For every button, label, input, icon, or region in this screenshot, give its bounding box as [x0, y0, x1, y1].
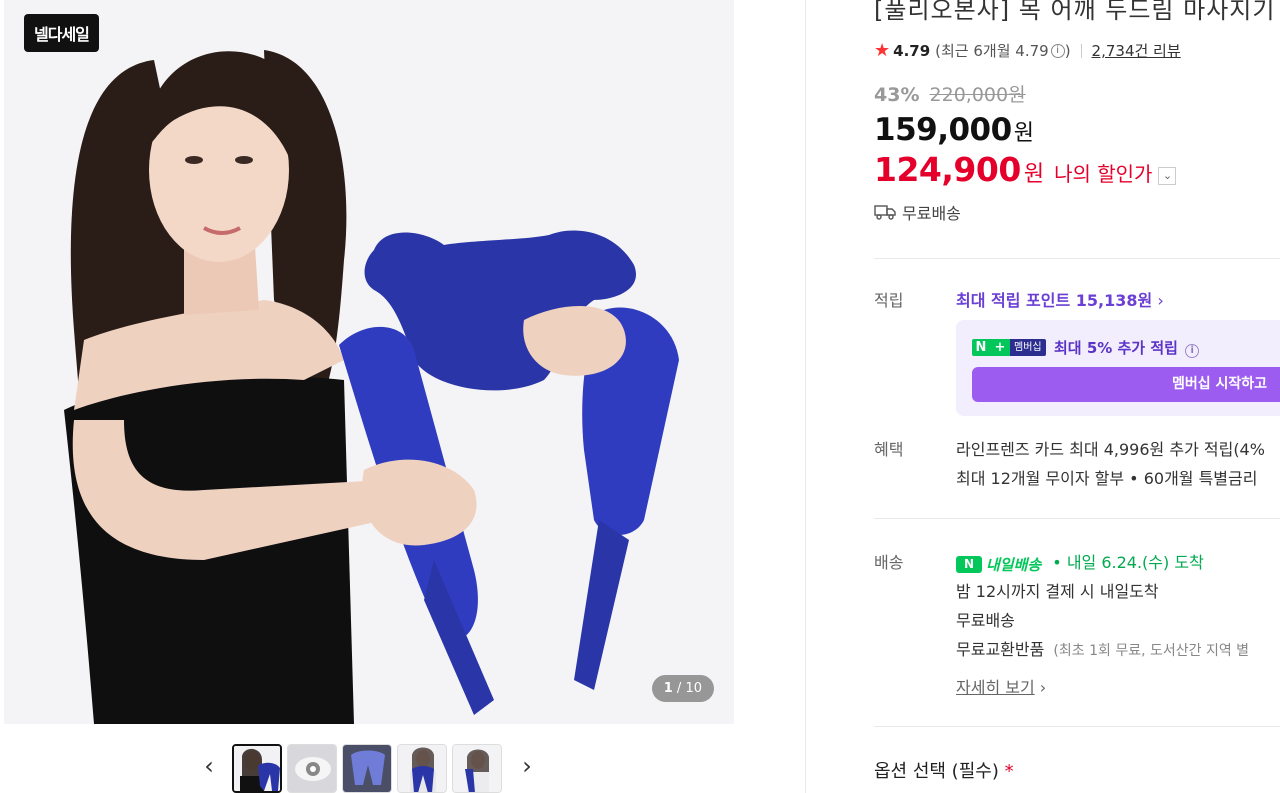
benefit-card-text: 라인프렌즈 카드 최대 4,996원 추가 적립(4%: [956, 440, 1265, 459]
my-price-unit: 원: [1023, 162, 1045, 187]
original-price: 220,000원: [929, 84, 1026, 106]
rating-score: 4.79: [893, 41, 931, 60]
delivery-cutoff: 밤 12시까지 결제 시 내일도착: [956, 582, 1159, 601]
discount-percent: 43%: [874, 84, 920, 106]
image-counter-current: 1: [663, 681, 673, 696]
naver-plus-membership-box: N + 멤버십 최대 5% 추가 적립 i 멤버십 시작하고: [956, 320, 1280, 416]
image-counter-slash: /: [676, 681, 682, 696]
free-shipping-text: 무료배송: [902, 204, 961, 223]
required-mark: *: [1004, 761, 1014, 782]
extra-points-text: 최대 5% 추가 적립 i: [1054, 337, 1200, 358]
thumbnail-next-button[interactable]: ›: [517, 754, 537, 778]
thumbnail-strip: ‹ ›: [0, 740, 740, 793]
delivery-details-link[interactable]: 자세히 보기 ›: [956, 674, 1046, 698]
section-divider: [874, 258, 1280, 259]
delivery-free: 무료배송: [956, 611, 1015, 630]
my-discount-price[interactable]: 124,900 원 나의 할인가 ⌄: [874, 150, 1177, 189]
free-shipping-row: 무료배송: [874, 200, 961, 224]
info-icon[interactable]: i: [1050, 43, 1065, 58]
thumbnail-4[interactable]: [397, 744, 447, 793]
thumbnail-image: [288, 745, 336, 792]
rating-recent-close: ): [1064, 41, 1071, 60]
sale-price-value: 159,000: [874, 112, 1012, 148]
truck-icon: [874, 205, 896, 220]
chevron-right-icon: ›: [1039, 678, 1047, 697]
delivery-label: 배송: [874, 553, 904, 572]
thumbnail-image: [398, 745, 446, 792]
chevron-left-icon: ‹: [204, 752, 214, 780]
tomorrow-delivery-label: 내일배송: [986, 556, 1042, 574]
option-select-heading: 옵션 선택 (필수) *: [874, 757, 1014, 783]
chevron-right-icon: ›: [1157, 291, 1164, 310]
rating-recent: (최근 6개월 4.79: [935, 42, 1049, 60]
product-title: [풀리오본사] 목 어깨 두드림 마사지기: [874, 0, 1276, 24]
thumbnail-1[interactable]: [232, 744, 282, 793]
product-image-gallery[interactable]: 넬다세일 1 / 10: [4, 0, 734, 724]
exchange-note: (최초 1회 무료, 도서산간 지역 별: [1053, 643, 1250, 659]
image-counter: 1 / 10: [651, 675, 714, 702]
thumbnail-5[interactable]: [452, 744, 502, 793]
review-count-link[interactable]: 2,734건 리뷰: [1092, 40, 1181, 61]
chevron-right-icon: ›: [522, 752, 532, 780]
naver-plus-logo: N + 멤버십: [972, 339, 1046, 356]
my-price-value: 124,900: [874, 150, 1021, 189]
sale-price: 159,000원: [874, 112, 1034, 148]
benefits-label: 혜택: [874, 440, 904, 459]
plus-icon: +: [990, 339, 1010, 356]
exchange-row: 무료교환반품 (최초 1회 무료, 도서산간 지역 별: [956, 636, 1249, 660]
thumbnail-image: [234, 746, 280, 791]
image-counter-total: 10: [685, 681, 702, 696]
start-membership-button[interactable]: 멤버십 시작하고: [972, 367, 1280, 402]
info-icon[interactable]: i: [1185, 344, 1200, 358]
tomorrow-delivery-badge: N 내일배송: [956, 554, 1041, 575]
rating-row: ★ 4.79 (최근 6개월 4.79 i ) 2,734건 리뷰: [874, 40, 1181, 61]
section-divider: [874, 518, 1280, 519]
delivery-eta: • 내일 6.24.(수) 도착: [1052, 553, 1204, 572]
delivery-details-text: 자세히 보기: [956, 678, 1035, 697]
product-main-image[interactable]: [4, 0, 734, 724]
sale-price-unit: 원: [1013, 121, 1034, 146]
benefit-installment-text: 최대 12개월 무이자 할부 • 60개월 특별금리: [956, 469, 1258, 488]
thumbnail-3[interactable]: [342, 744, 392, 793]
thumbnail-prev-button[interactable]: ‹: [199, 754, 219, 778]
option-select-label: 옵션 선택 (필수): [874, 761, 999, 782]
delivery-eta-row: N 내일배송 • 내일 6.24.(수) 도착: [956, 549, 1204, 575]
naver-delivery-icon: N: [956, 556, 982, 573]
sale-badge: 넬다세일: [24, 14, 99, 52]
chevron-down-icon[interactable]: ⌄: [1158, 167, 1177, 185]
extra-points-label: 최대 5% 추가 적립: [1054, 339, 1178, 357]
column-divider: [805, 0, 806, 793]
thumbnail-image: [453, 745, 501, 792]
star-icon: ★: [874, 40, 891, 61]
thumbnail-image: [343, 745, 391, 792]
my-price-label: 나의 할인가: [1054, 162, 1153, 186]
rating-separator: [1080, 43, 1082, 58]
naver-n-icon: N: [972, 339, 990, 356]
product-info-panel: [풀리오본사] 목 어깨 두드림 마사지기 ★ 4.79 (최근 6개월 4.7…: [874, 0, 1280, 793]
points-label: 적립: [874, 291, 904, 310]
discount-row: 43% 220,000원: [874, 80, 1026, 107]
max-points-text: 최대 적립 포인트 15,138원: [956, 291, 1153, 310]
membership-tag: 멤버십: [1010, 339, 1046, 356]
exchange-text: 무료교환반품: [956, 640, 1045, 659]
max-points-link[interactable]: 최대 적립 포인트 15,138원 ›: [956, 287, 1164, 311]
thumbnail-2[interactable]: [287, 744, 337, 793]
section-divider: [874, 726, 1280, 727]
